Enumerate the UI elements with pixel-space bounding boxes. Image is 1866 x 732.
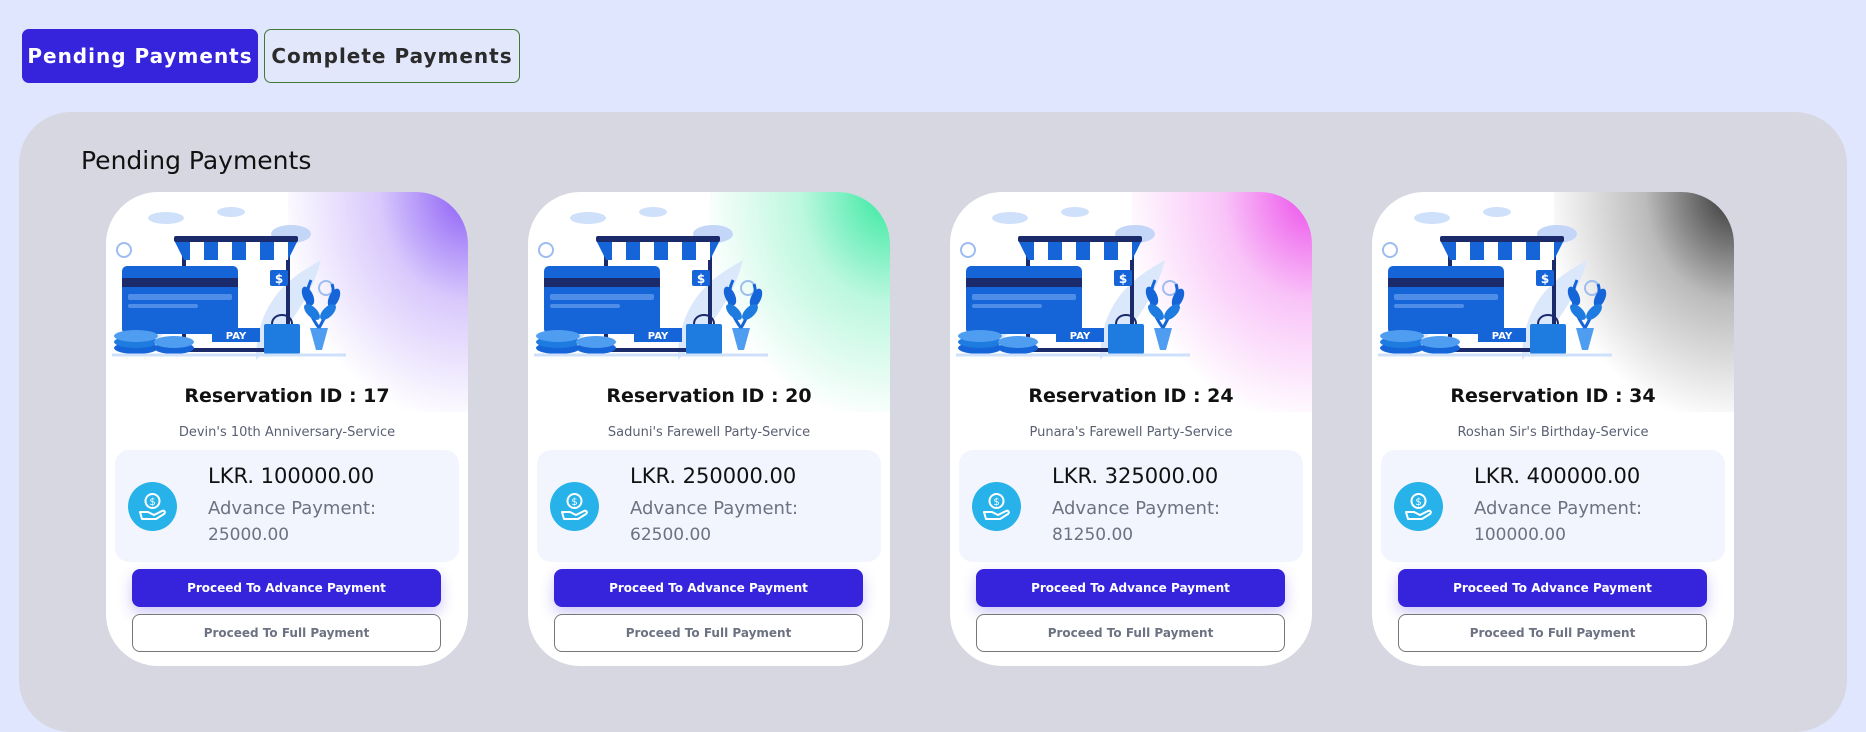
payment-card: $ PAY Reservation ID : 24 Punara's Farew…	[950, 192, 1312, 666]
svg-text:$: $	[1415, 497, 1421, 508]
payment-card: $ PAY Reservation ID : 34 Roshan Sir's B…	[1372, 192, 1734, 666]
plant-icon	[1154, 328, 1172, 350]
hand-coin-icon: $	[550, 482, 599, 531]
gear-icon	[1162, 280, 1178, 296]
plant-icon	[310, 328, 328, 350]
gear-icon	[318, 280, 334, 296]
advance-payment-label: Advance Payment:	[1052, 498, 1221, 519]
service-name: Saduni's Farewell Party-Service	[607, 425, 811, 440]
hand-coin-icon: $	[972, 482, 1021, 531]
total-amount: LKR. 250000.00	[630, 464, 797, 488]
advance-payment-value: 25000.00	[208, 525, 290, 545]
advance-payment-label: Advance Payment:	[1474, 498, 1643, 519]
advance-payment-label: Advance Payment:	[630, 498, 799, 519]
total-amount: LKR. 100000.00	[208, 464, 375, 488]
payment-summary: $ LKR. 400000.00 Advance Payment: 100000…	[1381, 450, 1725, 562]
payment-illustration: $ PAY	[112, 207, 346, 360]
proceed-advance-payment-button[interactable]: Proceed To Advance Payment	[554, 569, 863, 607]
shopping-bag-icon	[264, 324, 300, 354]
gear-icon	[116, 242, 132, 258]
pay-label: PAY	[1070, 331, 1091, 342]
svg-text:$: $	[1541, 272, 1549, 286]
pay-label: PAY	[648, 331, 669, 342]
svg-text:$: $	[993, 497, 999, 508]
plant-icon	[732, 328, 750, 350]
shopping-bag-icon	[1108, 324, 1144, 354]
svg-text:$: $	[275, 272, 283, 286]
advance-payment-value: 81250.00	[1052, 525, 1134, 545]
reservation-id: Reservation ID : 20	[606, 385, 812, 407]
pending-payments-panel: Pending Payments $ PAY Reservation ID: …	[19, 112, 1847, 732]
advance-payment-value: 100000.00	[1474, 525, 1566, 545]
advance-payment-label: Advance Payment:	[208, 498, 377, 519]
payment-illustration: $ PAY	[1378, 207, 1612, 360]
service-name: Punara's Farewell Party-Service	[1029, 425, 1233, 440]
gear-icon	[960, 242, 976, 258]
payment-summary: $ LKR. 325000.00 Advance Payment: 81250.…	[959, 450, 1303, 562]
payment-summary: $ LKR. 250000.00 Advance Payment: 62500.…	[537, 450, 881, 562]
pay-label: PAY	[1492, 331, 1513, 342]
shopping-bag-icon	[1530, 324, 1566, 354]
payment-card: $ PAY Reservation ID : 17 Devin's 10th A…	[106, 192, 468, 666]
proceed-advance-payment-button[interactable]: Proceed To Advance Payment	[132, 569, 441, 607]
shopping-bag-icon	[686, 324, 722, 354]
svg-text:$: $	[697, 272, 705, 286]
tab-complete-payments[interactable]: Complete Payments	[264, 29, 520, 83]
proceed-advance-payment-button[interactable]: Proceed To Advance Payment	[1398, 569, 1707, 607]
plant-icon	[1576, 328, 1594, 350]
gear-icon	[740, 280, 756, 296]
svg-text:$: $	[571, 497, 577, 508]
advance-payment-value: 62500.00	[630, 525, 712, 545]
total-amount: LKR. 400000.00	[1474, 464, 1641, 488]
proceed-full-payment-button[interactable]: Proceed To Full Payment	[554, 614, 863, 652]
payment-illustration: $ PAY	[956, 207, 1190, 360]
gear-icon	[1584, 280, 1600, 296]
proceed-full-payment-button[interactable]: Proceed To Full Payment	[1398, 614, 1707, 652]
hand-coin-icon: $	[1394, 482, 1443, 531]
service-name: Devin's 10th Anniversary-Service	[178, 425, 396, 440]
proceed-full-payment-button[interactable]: Proceed To Full Payment	[976, 614, 1285, 652]
proceed-advance-payment-button[interactable]: Proceed To Advance Payment	[976, 569, 1285, 607]
reservation-id: Reservation ID : 34	[1450, 385, 1656, 407]
reservation-id: Reservation ID : 24	[1028, 385, 1234, 407]
pay-label: PAY	[226, 331, 247, 342]
svg-text:$: $	[149, 497, 155, 508]
service-name: Roshan Sir's Birthday-Service	[1457, 425, 1649, 440]
section-title: Pending Payments	[81, 146, 312, 175]
proceed-full-payment-button[interactable]: Proceed To Full Payment	[132, 614, 441, 652]
total-amount: LKR. 325000.00	[1052, 464, 1219, 488]
gear-icon	[1382, 242, 1398, 258]
svg-text:$: $	[1119, 272, 1127, 286]
payment-card: $ PAY Reservation ID : 20 Saduni's Farew…	[528, 192, 890, 666]
payment-illustration: $ PAY	[534, 207, 768, 360]
payment-summary: $ LKR. 100000.00 Advance Payment: 25000.…	[115, 450, 459, 562]
reservation-id: Reservation ID : 17	[184, 385, 390, 407]
gear-icon	[538, 242, 554, 258]
tab-pending-payments[interactable]: Pending Payments	[22, 29, 258, 83]
hand-coin-icon: $	[128, 482, 177, 531]
